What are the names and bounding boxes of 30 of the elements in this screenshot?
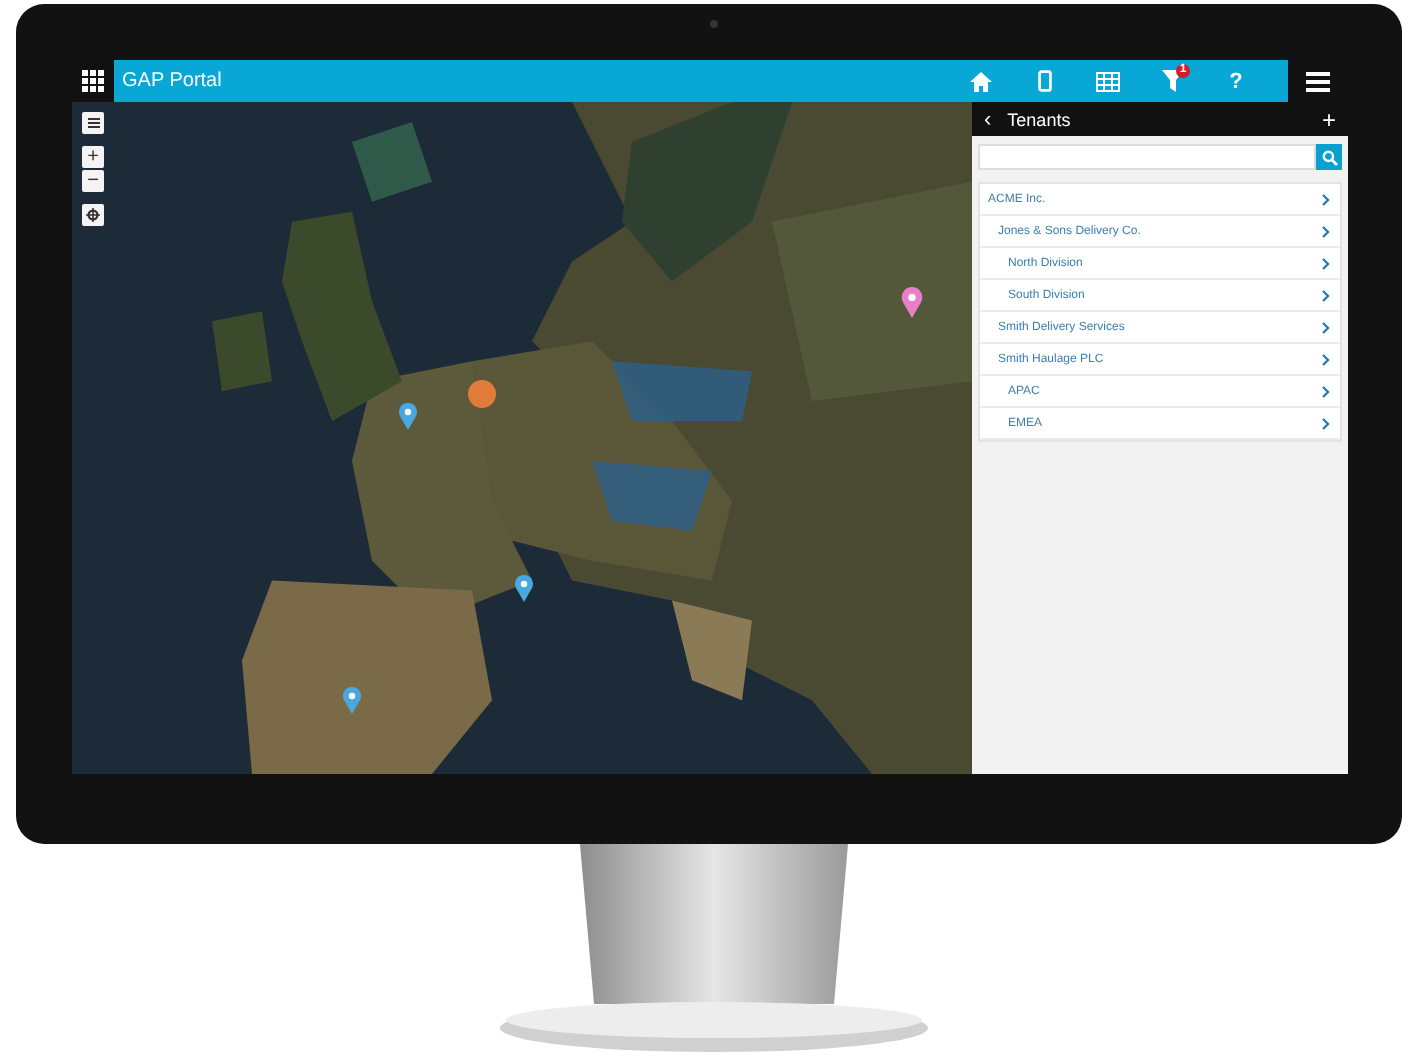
locate-button[interactable]	[82, 204, 104, 226]
search-icon	[1321, 149, 1337, 165]
chevron-icon	[1322, 321, 1330, 333]
search-button[interactable]	[1316, 144, 1342, 170]
help-button[interactable]: ?	[1208, 60, 1264, 102]
chevron-icon	[1322, 225, 1330, 237]
map-pin-icon[interactable]	[398, 402, 418, 430]
panel-title: Tenants	[1007, 109, 1071, 129]
list-icon	[87, 118, 99, 128]
back-button[interactable]: ‹	[980, 107, 996, 131]
layers-button[interactable]	[82, 112, 104, 134]
zoom-out-button[interactable]: −	[82, 170, 104, 192]
zoom-in-button[interactable]: +	[82, 146, 104, 168]
add-button[interactable]: +	[1317, 107, 1340, 131]
home-icon	[969, 71, 991, 91]
app-title: GAP Portal	[122, 70, 222, 92]
table-icon	[1096, 71, 1120, 91]
map-pin-icon[interactable]	[514, 574, 534, 602]
search-field[interactable]	[978, 144, 1316, 170]
chevron-icon	[1322, 193, 1330, 205]
chevron-icon	[1322, 353, 1330, 365]
chevron-icon	[1322, 257, 1330, 269]
grid-icon	[82, 70, 104, 92]
chevron-icon	[1322, 417, 1330, 429]
crosshair-icon	[86, 208, 100, 222]
menu-icon	[1306, 71, 1330, 91]
chevron-icon	[1322, 385, 1330, 397]
chevron-icon	[1322, 289, 1330, 301]
phone-icon	[1037, 70, 1051, 92]
map-pin-icon[interactable]	[900, 286, 924, 318]
